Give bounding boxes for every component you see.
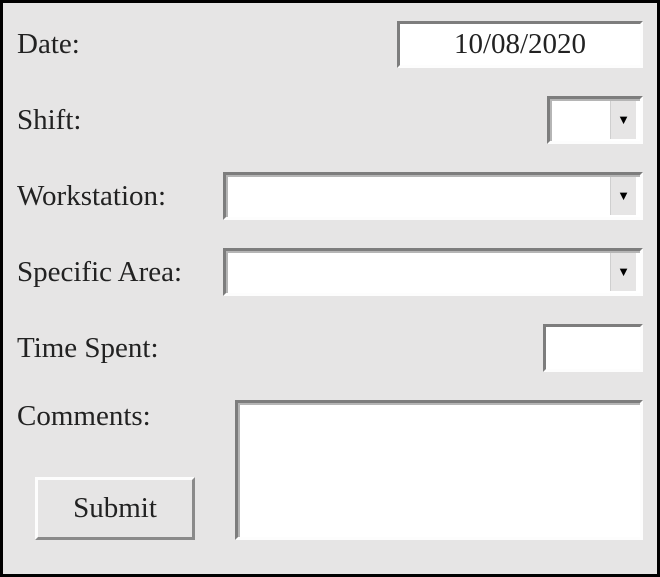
chevron-down-icon: ▼	[610, 101, 636, 139]
comments-textarea[interactable]	[235, 400, 643, 540]
date-label: Date:	[17, 28, 80, 61]
time-spent-input[interactable]	[543, 324, 643, 372]
comments-label: Comments:	[17, 400, 227, 433]
workstation-select[interactable]: ▼	[223, 172, 643, 220]
submit-button[interactable]: Submit	[35, 477, 195, 540]
specific-area-select-value	[226, 259, 610, 286]
workstation-row: Workstation: ▼	[17, 172, 643, 220]
shift-row: Shift: ▼	[17, 96, 643, 144]
workstation-label: Workstation:	[17, 180, 166, 213]
workstation-select-value	[226, 183, 610, 210]
chevron-down-icon: ▼	[610, 253, 636, 291]
comments-left: Comments: Submit	[17, 400, 235, 540]
time-spent-label: Time Spent:	[17, 332, 159, 365]
date-row: Date:	[17, 21, 643, 68]
chevron-down-icon: ▼	[610, 177, 636, 215]
shift-label: Shift:	[17, 104, 81, 137]
specific-area-row: Specific Area: ▼	[17, 248, 643, 296]
specific-area-select[interactable]: ▼	[223, 248, 643, 296]
comments-row: Comments: Submit	[17, 400, 643, 540]
date-input[interactable]	[397, 21, 643, 68]
shift-select[interactable]: ▼	[547, 96, 643, 144]
form-panel: Date: Shift: ▼ Workstation: ▼ Specific A…	[0, 0, 660, 577]
shift-select-value	[550, 107, 610, 134]
specific-area-label: Specific Area:	[17, 256, 182, 289]
time-spent-row: Time Spent:	[17, 324, 643, 372]
